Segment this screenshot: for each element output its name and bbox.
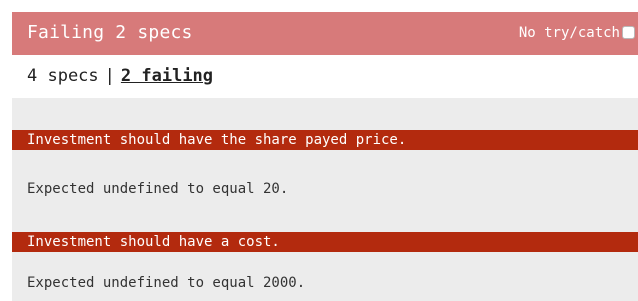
no-try-catch-label[interactable]: No try/catch (519, 25, 620, 41)
failed-spec-title[interactable]: Investment should have the share payed p… (27, 130, 406, 150)
summary-separator: | (104, 66, 115, 86)
failed-spec-title-bar: Investment should have the share payed p… (12, 130, 638, 150)
no-try-catch-checkbox[interactable] (622, 26, 635, 39)
failing-header-bar: Failing 2 specs No try/catch (12, 12, 638, 55)
failure-message: Expected undefined to equal 2000. (27, 275, 306, 291)
failure-message: Expected undefined to equal 20. (27, 181, 289, 197)
failing-specs-title: Failing 2 specs (27, 22, 193, 43)
failing-specs-link[interactable]: 2 failing (121, 66, 213, 86)
failed-spec-title[interactable]: Investment should have a cost. (27, 232, 280, 252)
spec-summary: 4 specs | 2 failing (27, 66, 213, 86)
spec-count: 4 specs (27, 66, 99, 86)
spec-summary-bar: 4 specs | 2 failing (12, 55, 638, 98)
jasmine-reporter: Failing 2 specs No try/catch 4 specs | 2 f… (12, 12, 638, 301)
failed-spec-title-bar: Investment should have a cost. (12, 232, 638, 252)
